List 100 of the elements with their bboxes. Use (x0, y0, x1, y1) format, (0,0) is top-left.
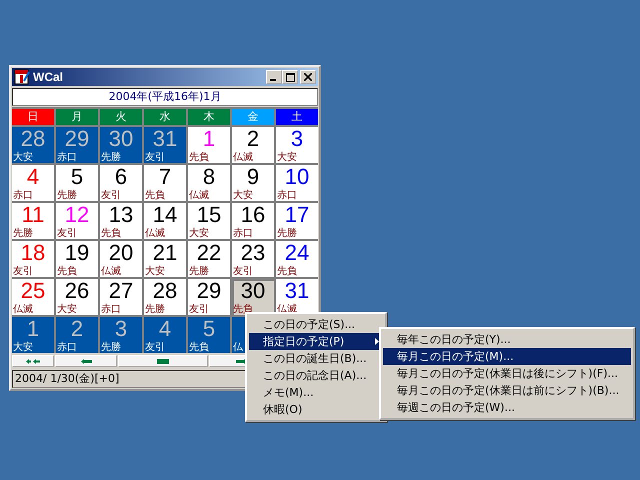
day-cell[interactable]: 2 仏滅 (232, 127, 274, 163)
nav-button[interactable] (55, 355, 117, 367)
rokuyo-label: 仏滅 (12, 304, 33, 315)
day-cell[interactable]: 4 友引 (144, 317, 186, 353)
rokuyo-label: 先勝 (100, 342, 121, 353)
day-number: 18 (20, 241, 46, 265)
day-cell[interactable]: 31 友引 (144, 127, 186, 163)
day-cell[interactable]: 8 仏滅 (188, 165, 230, 201)
day-number: 13 (108, 203, 134, 227)
day-cell[interactable]: 24 先負 (276, 241, 318, 277)
day-number: 9 (246, 165, 260, 189)
day-cell[interactable]: 27 赤口 (100, 279, 142, 315)
day-cell[interactable]: 20 仏滅 (100, 241, 142, 277)
close-button[interactable] (300, 70, 316, 84)
day-cell[interactable]: 15 大安 (188, 203, 230, 239)
day-cell[interactable]: 5 先勝 (56, 165, 98, 201)
day-cell[interactable]: 18 友引 (12, 241, 54, 277)
rokuyo-label: 赤口 (56, 342, 77, 353)
day-number: 2 (246, 127, 260, 151)
maximize-button[interactable] (282, 70, 298, 84)
day-cell[interactable]: 11 先勝 (12, 203, 54, 239)
day-number: 28 (152, 279, 178, 303)
day-number: 2 (70, 317, 84, 341)
day-cell[interactable]: 2 赤口 (56, 317, 98, 353)
menu-item[interactable]: この日の誕生日(B)... (249, 350, 383, 367)
rokuyo-label: 仏滅 (144, 228, 165, 239)
day-number: 5 (202, 317, 216, 341)
day-cell[interactable]: 29 赤口 (56, 127, 98, 163)
rokuyo-label: 大安 (56, 304, 77, 315)
day-cell[interactable]: 28 大安 (12, 127, 54, 163)
day-cell[interactable]: 30 先勝 (100, 127, 142, 163)
day-cell[interactable]: 13 先負 (100, 203, 142, 239)
day-cell[interactable]: 7 先負 (144, 165, 186, 201)
rokuyo-label: 先勝 (100, 152, 121, 163)
rokuyo-label: 大安 (144, 266, 165, 277)
minimize-button[interactable] (266, 70, 282, 84)
day-cell[interactable]: 28 先勝 (144, 279, 186, 315)
day-number: 23 (240, 241, 266, 265)
day-number: 28 (20, 127, 46, 151)
day-cell[interactable]: 14 仏滅 (144, 203, 186, 239)
rokuyo-label: 先負 (56, 266, 77, 277)
menu-item[interactable]: 毎週この日の予定(W)... (383, 399, 631, 416)
calendar-icon (14, 69, 30, 85)
rokuyo-label: 友引 (100, 190, 121, 201)
menu-item[interactable]: 毎月この日の予定(M)... (383, 348, 631, 365)
day-number: 31 (152, 127, 178, 151)
day-cell[interactable]: 26 大安 (56, 279, 98, 315)
day-cell[interactable]: 3 先勝 (100, 317, 142, 353)
day-number: 31 (284, 279, 310, 303)
day-cell[interactable]: 17 先勝 (276, 203, 318, 239)
day-cell[interactable]: 10 赤口 (276, 165, 318, 201)
day-cell[interactable]: 3 大安 (276, 127, 318, 163)
rokuyo-label: 先負 (276, 266, 297, 277)
rokuyo-label: 友引 (56, 228, 77, 239)
rokuyo-label: 友引 (12, 266, 33, 277)
day-number: 26 (64, 279, 90, 303)
day-number: 30 (240, 279, 266, 303)
day-number: 21 (152, 241, 178, 265)
day-number: 1 (202, 127, 216, 151)
day-cell[interactable]: 22 先勝 (188, 241, 230, 277)
menu-item[interactable]: 毎月この日の予定(休業日は前にシフト)(B)... (383, 382, 631, 399)
day-number: 5 (70, 165, 84, 189)
rokuyo-label: 先勝 (276, 228, 297, 239)
menu-item[interactable]: 毎月この日の予定(休業日は後にシフト)(F)... (383, 365, 631, 382)
rokuyo-label: 先勝 (56, 190, 77, 201)
weekday-header: 日 (12, 109, 54, 125)
day-number: 19 (64, 241, 90, 265)
day-cell[interactable]: 5 先負 (188, 317, 230, 353)
day-number: 6 (114, 165, 128, 189)
menu-item[interactable]: 休暇(O) (249, 401, 383, 418)
rokuyo-label: 友引 (144, 342, 165, 353)
day-number: 24 (284, 241, 310, 265)
nav-button[interactable] (12, 355, 54, 367)
day-number: 16 (240, 203, 266, 227)
day-number: 4 (158, 317, 172, 341)
rokuyo-label: 大安 (12, 342, 33, 353)
day-cell[interactable]: 19 先負 (56, 241, 98, 277)
nav-button[interactable] (118, 355, 208, 367)
day-cell[interactable]: 4 赤口 (12, 165, 54, 201)
day-cell[interactable]: 1 大安 (12, 317, 54, 353)
day-cell[interactable]: 23 友引 (232, 241, 274, 277)
day-cell[interactable]: 12 友引 (56, 203, 98, 239)
rokuyo-label: 友引 (232, 266, 253, 277)
rokuyo-label: 先勝 (12, 228, 33, 239)
menu-item[interactable]: 毎年この日の予定(Y)... (383, 331, 631, 348)
day-cell[interactable]: 29 友引 (188, 279, 230, 315)
rokuyo-label: 仏滅 (232, 152, 253, 163)
day-cell[interactable]: 1 先負 (188, 127, 230, 163)
day-cell[interactable]: 16 赤口 (232, 203, 274, 239)
rokuyo-label: 先勝 (144, 304, 165, 315)
rokuyo-label: 仏滅 (100, 266, 121, 277)
rokuyo-label: 先勝 (188, 266, 209, 277)
day-cell[interactable]: 6 友引 (100, 165, 142, 201)
rokuyo-label: 先負 (100, 228, 121, 239)
day-cell[interactable]: 9 大安 (232, 165, 274, 201)
day-cell[interactable]: 25 仏滅 (12, 279, 54, 315)
day-number: 25 (20, 279, 46, 303)
day-number: 27 (108, 279, 134, 303)
menu-item[interactable]: この日の予定(S)... (249, 316, 383, 333)
day-cell[interactable]: 21 大安 (144, 241, 186, 277)
